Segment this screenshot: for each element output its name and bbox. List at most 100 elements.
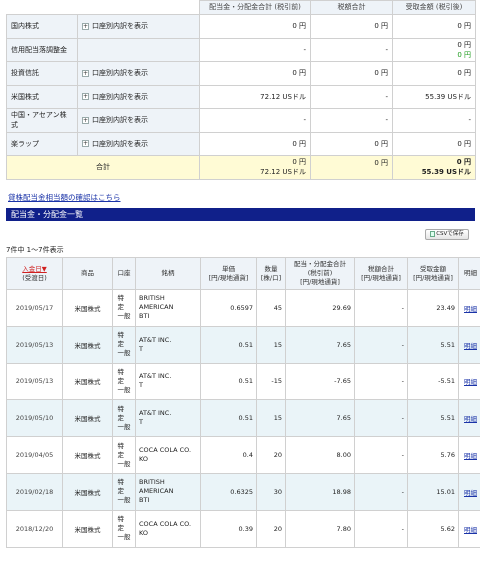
summary-row-label: 投資信託 bbox=[6, 61, 78, 86]
detail-link[interactable]: 明細 bbox=[464, 415, 477, 423]
account-breakdown-toggle[interactable]: + 口座別内訳を表示 bbox=[82, 115, 195, 125]
detail-link[interactable]: 明細 bbox=[464, 342, 477, 350]
summary-row: 信用配当落調整金 - -0 円0 円 bbox=[6, 37, 476, 62]
summary-row: 中国・アセアン株式 + 口座別内訳を表示 - - - bbox=[6, 108, 476, 133]
summary-tax: 0 円 bbox=[310, 61, 393, 86]
row-stock-name: AT&T INC. T bbox=[135, 399, 201, 438]
row-dividend: -7.65 bbox=[285, 362, 355, 401]
row-tax: - bbox=[354, 436, 408, 474]
detail-link[interactable]: 明細 bbox=[464, 305, 477, 313]
summary-dividend: 0 円 bbox=[199, 131, 311, 156]
row-date: 2019/05/17 bbox=[6, 289, 63, 327]
account-type-part: 特 bbox=[117, 367, 125, 376]
row-date: 2019/05/13 bbox=[6, 325, 63, 364]
row-product: 米国株式 bbox=[62, 362, 113, 401]
account-type-part: 定 bbox=[117, 376, 125, 385]
row-detail-cell: 明細 bbox=[458, 436, 480, 474]
header-unit-label: 単価 bbox=[222, 264, 235, 273]
account-breakdown-label: 口座別内訳を表示 bbox=[92, 22, 148, 31]
account-breakdown-toggle[interactable]: + 口座別内訳を表示 bbox=[82, 68, 195, 78]
row-unit-price: 0.51 bbox=[200, 362, 257, 401]
account-breakdown-toggle[interactable]: + 口座別内訳を表示 bbox=[82, 139, 195, 149]
row-detail-cell: 明細 bbox=[458, 472, 480, 511]
detail-link[interactable]: 明細 bbox=[464, 526, 477, 534]
header-received: 受取金額 [円/現地通貨] bbox=[407, 257, 459, 290]
row-stock-name: COCA COLA CO. KO bbox=[135, 509, 201, 548]
row-quantity: 20 bbox=[256, 509, 286, 548]
account-type-part: 特 bbox=[117, 478, 125, 487]
detail-link[interactable]: 明細 bbox=[464, 489, 477, 497]
stock-lending-link[interactable]: 貸株配当金相当額の確認はこちら bbox=[8, 192, 121, 203]
stock-name-line: BTI bbox=[139, 312, 150, 321]
row-dividend: 18.98 bbox=[285, 472, 355, 511]
plus-icon[interactable]: + bbox=[82, 140, 89, 148]
stock-name-line: AMERICAN bbox=[139, 303, 174, 312]
account-breakdown-label: 口座別内訳を表示 bbox=[92, 69, 148, 78]
header-qty: 数量 [株/口] bbox=[256, 257, 286, 290]
dividend-row: 2019/05/10 米国株式特定一般 AT&T INC. T 0.51 15 7.65-5… bbox=[6, 399, 480, 438]
account-breakdown-cell: + 口座別内訳を表示 bbox=[77, 61, 200, 86]
stock-name-line: T bbox=[139, 418, 143, 427]
detail-link[interactable]: 明細 bbox=[464, 378, 477, 386]
received-subvalue: 0 円 bbox=[457, 50, 471, 59]
header-dividend: 配当・分配金合計 (税引前) [円/現地通貨] bbox=[285, 257, 355, 290]
row-product: 米国株式 bbox=[62, 509, 113, 548]
dividend-row: 2019/05/13 米国株式特定一般 AT&T INC. T 0.51 15 7.65-5… bbox=[6, 325, 480, 364]
row-quantity: 20 bbox=[256, 436, 286, 474]
account-type-part: 一般 bbox=[117, 385, 131, 394]
account-breakdown-cell: + 口座別内訳を表示 bbox=[77, 84, 200, 109]
row-detail-cell: 明細 bbox=[458, 325, 480, 364]
row-stock-name: COCA COLA CO. KO bbox=[135, 436, 201, 474]
summary-row-label: 国内株式 bbox=[6, 14, 78, 39]
row-detail-cell: 明細 bbox=[458, 362, 480, 401]
summary-total-label: 合計 bbox=[6, 155, 200, 180]
header-product: 商品 bbox=[62, 257, 113, 290]
row-tax: - bbox=[354, 362, 408, 401]
stock-name-line: COCA COLA CO. bbox=[139, 519, 192, 528]
account-breakdown-cell: + 口座別内訳を表示 bbox=[77, 14, 200, 39]
account-type-part: 定 bbox=[117, 303, 125, 312]
plus-icon[interactable]: + bbox=[82, 93, 89, 101]
account-type-part: 一般 bbox=[117, 459, 131, 468]
row-product: 米国株式 bbox=[62, 472, 113, 511]
plus-icon[interactable]: + bbox=[82, 116, 89, 124]
stock-name-line: KO bbox=[139, 528, 149, 537]
row-stock-name: AT&T INC. T bbox=[135, 362, 201, 401]
sort-date-link[interactable]: 入金日▼ bbox=[22, 265, 47, 273]
account-breakdown-toggle[interactable]: + 口座別内訳を表示 bbox=[82, 92, 195, 102]
row-stock-name: BRITISH AMERICAN BTI bbox=[135, 472, 201, 511]
stock-name-line: T bbox=[139, 381, 143, 390]
detail-link[interactable]: 明細 bbox=[464, 452, 477, 460]
row-date: 2019/05/13 bbox=[6, 362, 63, 401]
stock-name-line: AT&T INC. bbox=[139, 335, 172, 344]
header-tax: 税額合計 [円/現地通貨] bbox=[354, 257, 408, 290]
row-unit-price: 0.6325 bbox=[200, 472, 257, 511]
row-dividend: 7.65 bbox=[285, 325, 355, 364]
plus-icon[interactable]: + bbox=[82, 22, 89, 30]
row-date: 2019/05/10 bbox=[6, 399, 63, 438]
header-name: 銘柄 bbox=[135, 257, 201, 290]
csv-save-button[interactable]: CSVで保存 bbox=[425, 229, 469, 240]
header-received-sub: [円/現地通貨] bbox=[413, 273, 453, 282]
account-type-part: 定 bbox=[117, 340, 125, 349]
summary-row-label: 楽ラップ bbox=[6, 131, 78, 156]
header-dividend-sub1: (税引前) bbox=[307, 269, 333, 277]
plus-icon[interactable]: + bbox=[82, 69, 89, 77]
received-value: 0 円 bbox=[457, 22, 471, 31]
total-tax-jpy: 0 円 bbox=[374, 159, 388, 167]
dividend-row: 2019/04/05 米国株式特定一般 COCA COLA CO. KO 0.4 20 8.… bbox=[6, 436, 480, 474]
result-count: 7件中 1～7件表示 bbox=[6, 246, 64, 254]
row-account: 特定一般 bbox=[112, 362, 136, 401]
summary-total-tax: 0 円 bbox=[310, 155, 393, 180]
account-breakdown-toggle[interactable]: + 口座別内訳を表示 bbox=[82, 21, 195, 31]
row-tax: - bbox=[354, 325, 408, 364]
summary-dividend: 0 円 bbox=[199, 14, 311, 39]
header-qty-label: 数量 bbox=[264, 264, 278, 273]
account-type-part: 特 bbox=[117, 441, 125, 450]
account-type-part: 定 bbox=[117, 413, 125, 422]
row-received: 5.76 bbox=[407, 436, 459, 474]
total-received-jpy: 0 円 bbox=[456, 158, 471, 167]
row-dividend: 7.65 bbox=[285, 399, 355, 438]
summary-tax: - bbox=[310, 84, 393, 109]
header-date[interactable]: 入金日▼ (受渡日) bbox=[6, 257, 63, 290]
